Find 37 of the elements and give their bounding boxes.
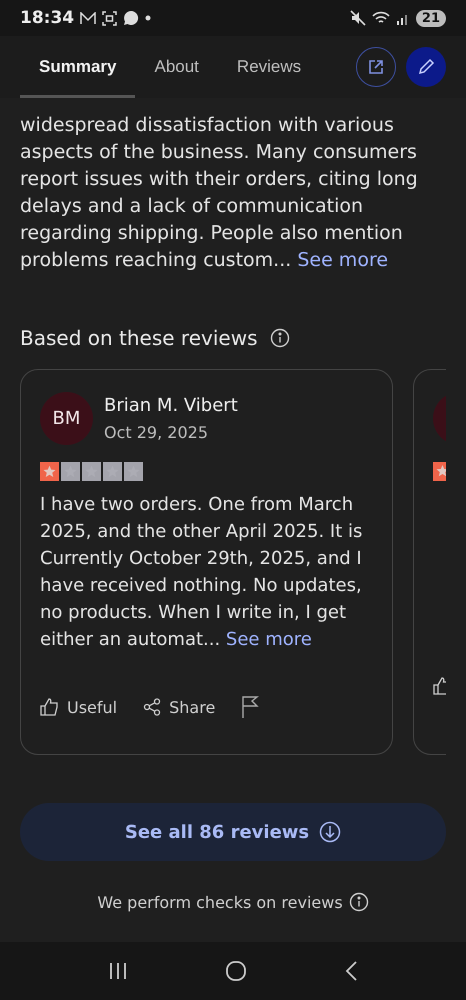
- battery-level: 21: [416, 10, 446, 26]
- back-icon[interactable]: [344, 961, 358, 981]
- tab[interactable]: Reviews: [218, 36, 320, 98]
- info-icon[interactable]: [270, 328, 290, 348]
- reviewer-name: Brian M. Vibert: [104, 395, 238, 416]
- flag-icon: [241, 696, 260, 718]
- review-date: Oct 29, 2025: [104, 423, 209, 442]
- tab[interactable]: About: [135, 36, 218, 98]
- screenshot-icon: [102, 10, 118, 26]
- avatar: BM: [40, 392, 93, 445]
- review-text: I have two orders. One from March 2025, and the other April 2025. It is Currently October 29th, 2025, and I have received nothing. No updates, no products. When I write in, I get either an automat... See more: [40, 493, 364, 652]
- tab[interactable]: Summary: [20, 36, 136, 98]
- see-more-link[interactable]: See more: [226, 629, 312, 650]
- section-heading: Based on these reviews: [20, 326, 258, 350]
- chat-bubble-icon: [123, 10, 140, 26]
- share-icon: [143, 698, 162, 716]
- edit-button[interactable]: [406, 47, 446, 87]
- dot-icon: [145, 15, 152, 21]
- report-button[interactable]: [241, 696, 260, 718]
- arrow-down-circle-icon: [319, 821, 342, 843]
- summary-paragraph: widespread dissatisfaction with various aspects of the business. Many consumers report issues with their orders, citing long delays and a lack of communication regarding shipping. People also mention problems reaching custom... See more: [20, 113, 419, 273]
- recent-apps-icon[interactable]: [108, 962, 128, 980]
- useful-button[interactable]: Useful: [40, 698, 118, 716]
- pencil-icon: [417, 58, 435, 76]
- see-all-reviews-button[interactable]: See all 86 reviews: [20, 803, 446, 861]
- checks-note: We perform checks on reviews: [97, 892, 343, 912]
- clock: 18:34: [20, 8, 74, 28]
- home-icon[interactable]: [224, 960, 247, 982]
- mute-icon: [350, 10, 366, 26]
- wifi-icon: [372, 10, 390, 26]
- mail-icon: [80, 12, 96, 24]
- open-external-button[interactable]: [356, 47, 396, 87]
- share-button[interactable]: Share: [143, 698, 216, 716]
- thumbs-up-icon: [40, 698, 59, 716]
- info-icon[interactable]: [348, 892, 369, 912]
- see-more-link[interactable]: See more: [297, 249, 388, 271]
- external-link-icon: [368, 59, 384, 75]
